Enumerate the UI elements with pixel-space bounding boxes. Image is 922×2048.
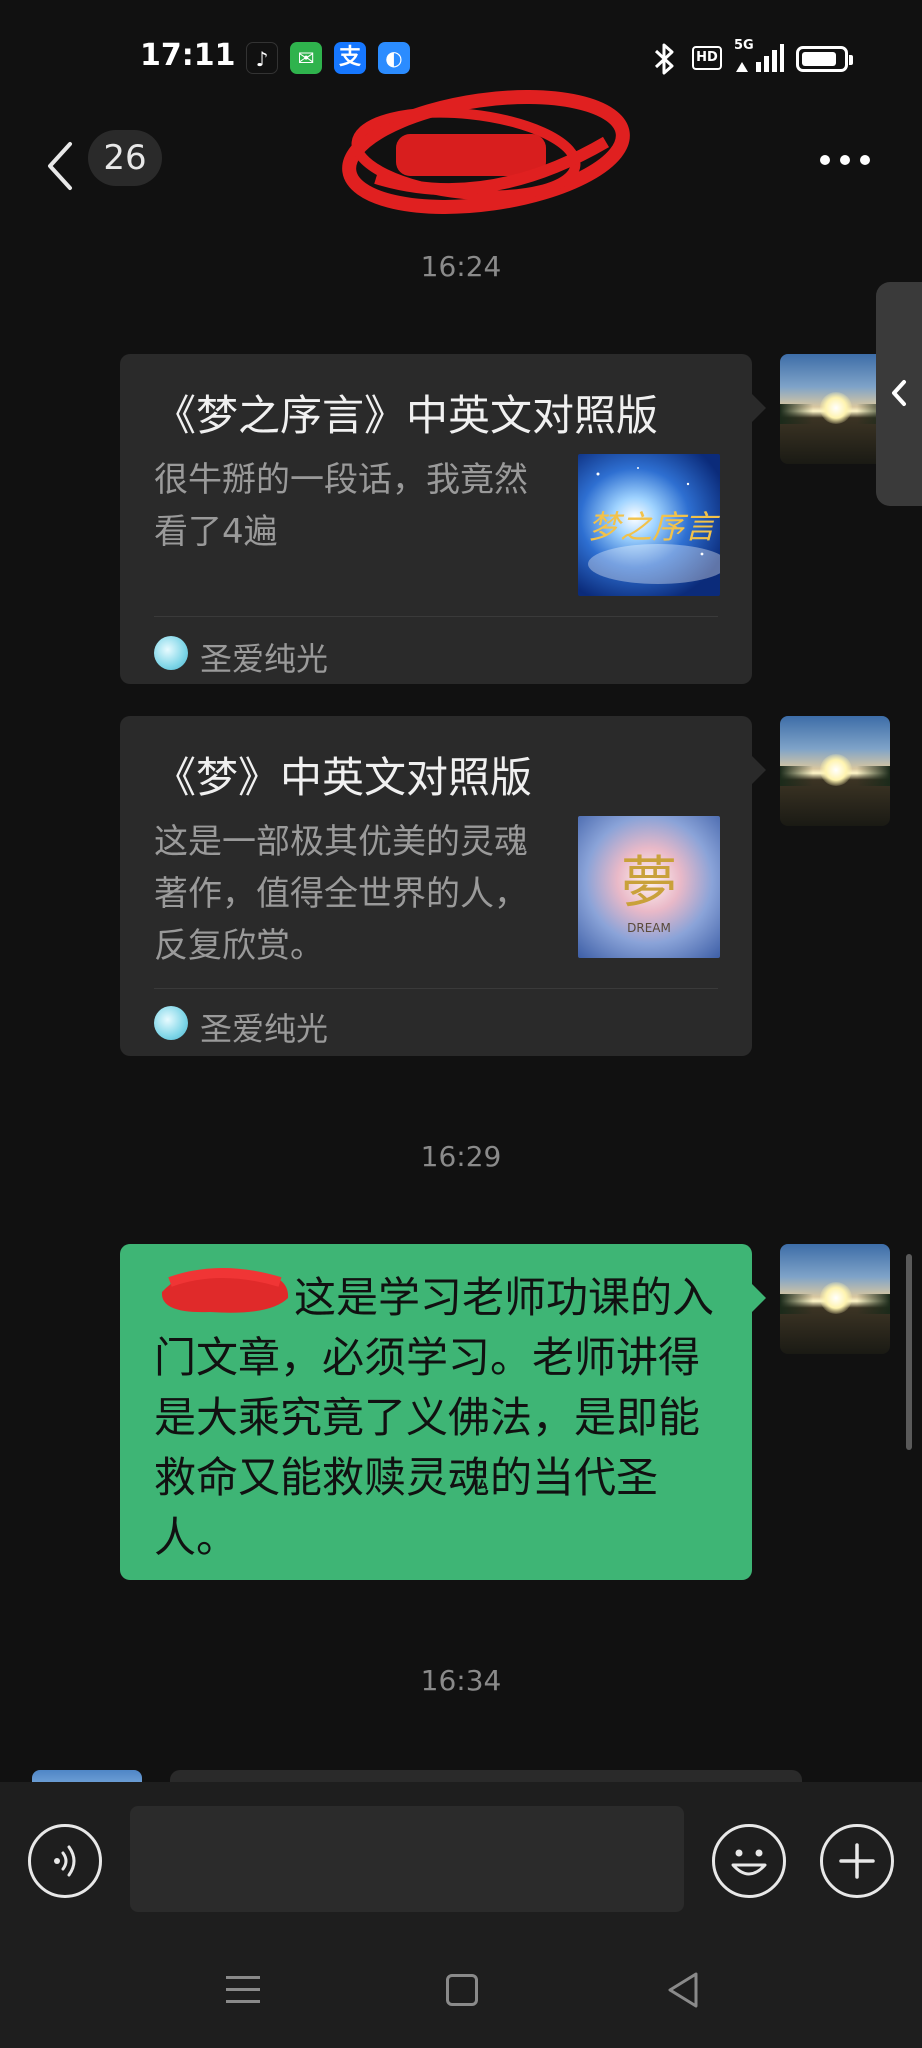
signal-5g-icon: [736, 44, 784, 72]
article-card-1[interactable]: 《梦之序言》中英文对照版 很牛掰的一段话，我竟然看了4遍 梦之序言 圣爱纯光: [120, 354, 766, 684]
emoji-icon: [731, 1849, 767, 1876]
more-options-icon[interactable]: [818, 150, 874, 170]
battery-icon: [796, 46, 853, 72]
unread-count-badge[interactable]: 26: [88, 130, 162, 186]
scroll-indicator[interactable]: [906, 1254, 912, 1450]
thumbnail-subcaption: DREAM: [627, 921, 671, 935]
thumbnail-caption: 梦之序言: [588, 508, 720, 546]
more-functions-button[interactable]: [820, 1824, 894, 1898]
article-card-2[interactable]: 《梦》中英文对照版 这是一部极其优美的灵魂著作，值得全世界的人，反复欣赏。 夢 …: [120, 716, 766, 1056]
chat-title-redacted: [342, 90, 630, 214]
side-panel-handle[interactable]: [876, 282, 922, 506]
timestamp: 16:34: [420, 1664, 502, 1697]
plus-icon: [839, 1843, 875, 1879]
hd-icon: HD: [692, 46, 722, 70]
system-back-button[interactable]: [666, 1970, 700, 2010]
card-title: 《梦之序言》中英文对照版: [154, 391, 659, 440]
status-time: 17:11: [140, 38, 236, 73]
card-source: 圣爱纯光: [200, 640, 329, 678]
card-description: 这是一部极其优美的灵魂著作，值得全世界的人，反复欣赏。: [154, 822, 528, 966]
voice-input-button[interactable]: [28, 1824, 102, 1898]
douyin-icon: ♪: [246, 42, 278, 74]
alipay-icon: 支: [334, 42, 366, 74]
message-input[interactable]: [130, 1806, 684, 1912]
source-icon: [154, 1006, 188, 1040]
back-button[interactable]: [42, 138, 82, 194]
card-thumbnail: 夢 DREAM: [578, 816, 720, 958]
avatar[interactable]: [780, 716, 890, 826]
messages-icon: ✉: [290, 42, 322, 74]
card-thumbnail: 梦之序言: [578, 454, 720, 596]
browser-icon: ◐: [378, 42, 410, 74]
source-icon: [154, 636, 188, 670]
chevron-left-icon: [892, 380, 906, 406]
bluetooth-icon: [654, 43, 674, 75]
message-bubble[interactable]: 这是学习老师功课的入门文章，必须学习。老师讲得是大乘究竟了义佛法，是即能救命又能…: [120, 1244, 766, 1580]
timestamp: 16:29: [420, 1140, 502, 1173]
card-title: 《梦》中英文对照版: [154, 753, 533, 802]
emoji-button[interactable]: [712, 1824, 786, 1898]
card-description: 很牛掰的一段话，我竟然看了4遍: [154, 460, 528, 552]
timestamp: 16:24: [420, 250, 502, 283]
thumbnail-caption: 夢: [621, 851, 677, 916]
recent-apps-button[interactable]: [226, 1974, 260, 2004]
card-source: 圣爱纯光: [200, 1010, 329, 1048]
voice-icon: [54, 1845, 76, 1877]
avatar[interactable]: [780, 354, 890, 464]
mention-redacted: [161, 1268, 289, 1313]
avatar[interactable]: [780, 1244, 890, 1354]
home-button[interactable]: [446, 1974, 478, 2006]
